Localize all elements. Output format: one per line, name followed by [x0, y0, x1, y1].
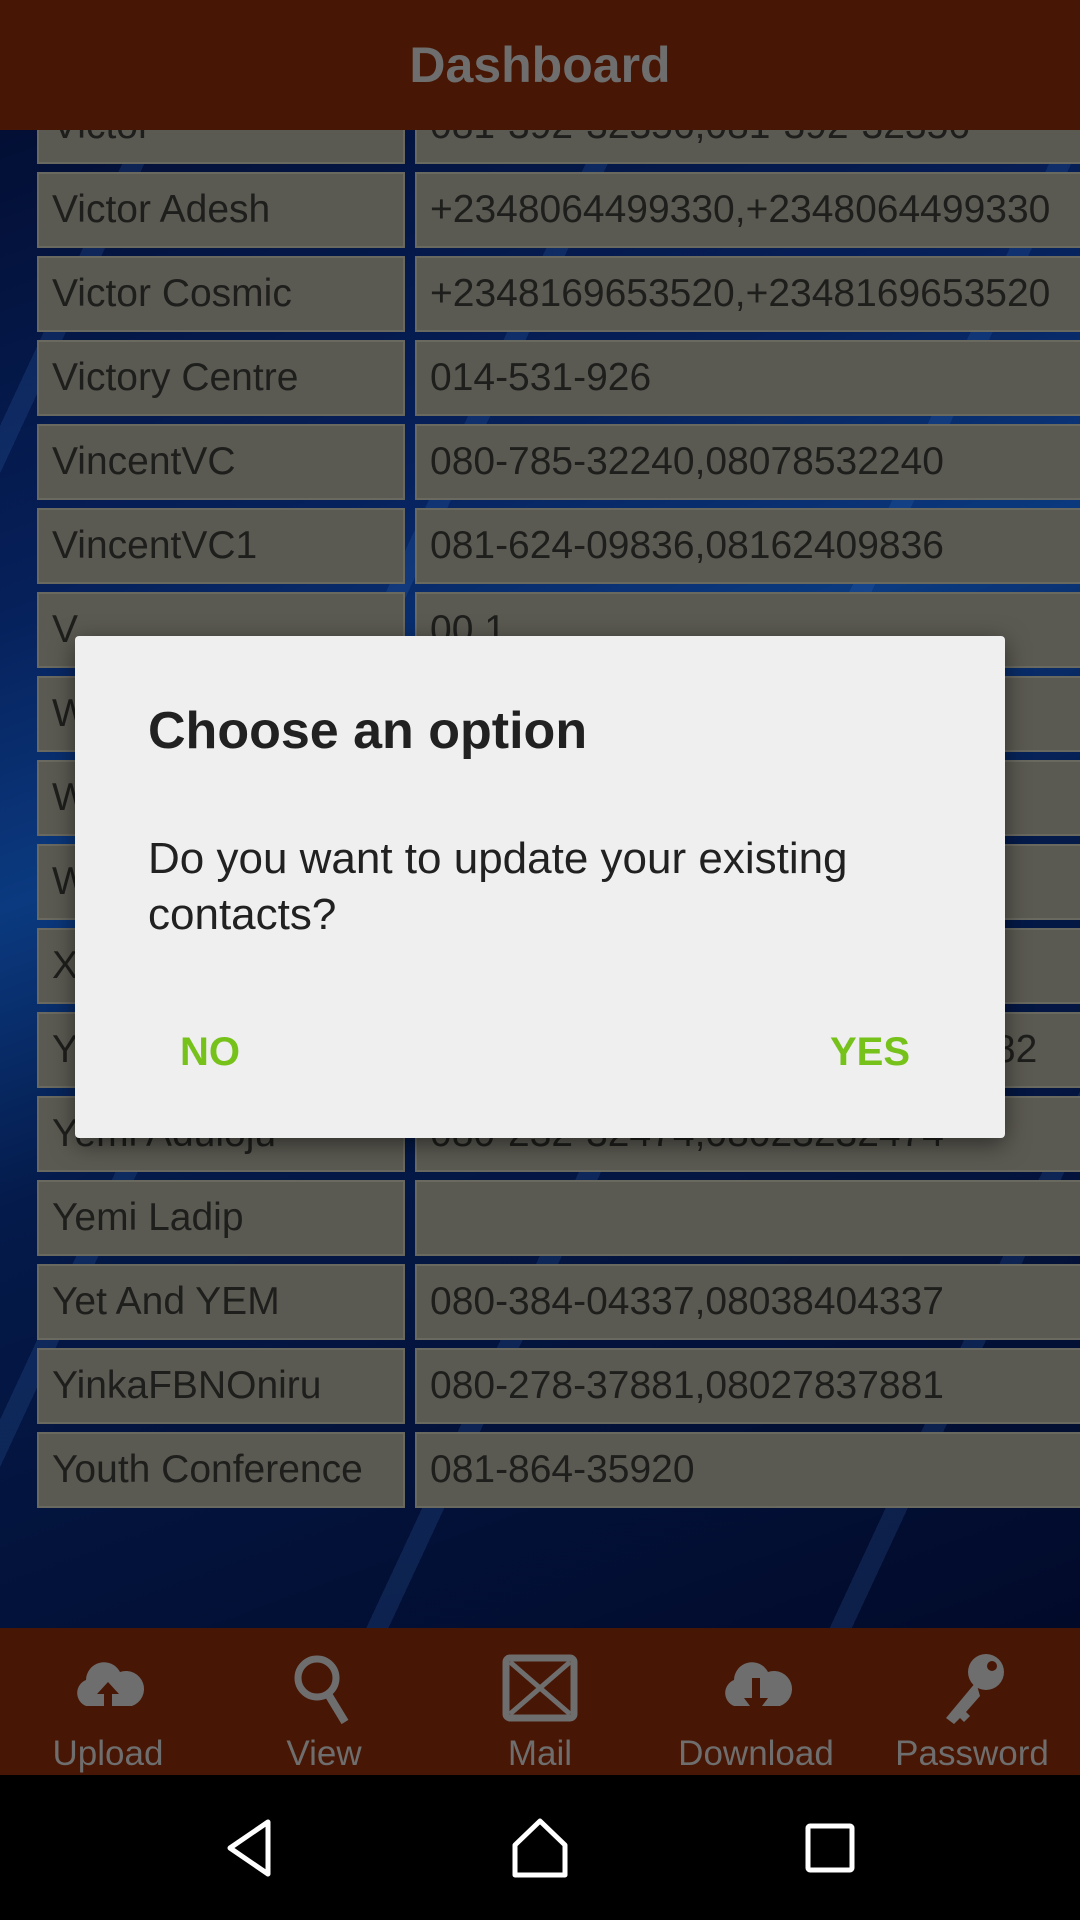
back-icon: [227, 1819, 271, 1876]
back-button[interactable]: [105, 1818, 395, 1878]
contact-phone: +2348064499330,+2348064499330: [415, 172, 1080, 248]
contact-name: Victor Cosmic: [37, 256, 405, 332]
nav-upload[interactable]: Upload: [0, 1628, 216, 1775]
table-row[interactable]: Victor Cosmic +2348169653520,+23481696535…: [37, 256, 1080, 332]
table-row[interactable]: Youth Conference 081-864-35920: [37, 1432, 1080, 1508]
contact-phone: 081-624-09836,08162409836: [415, 508, 1080, 584]
home-button[interactable]: [395, 1817, 685, 1879]
table-row[interactable]: YinkaFBNOniru 080-278-37881,08027837881: [37, 1348, 1080, 1424]
table-row[interactable]: Yemi Ladip: [37, 1180, 1080, 1256]
contact-name: YinkaFBNOniru: [37, 1348, 405, 1424]
contact-name: Victory Centre: [37, 340, 405, 416]
contact-phone: 081-864-35920: [415, 1432, 1080, 1508]
nav-download[interactable]: Download: [648, 1628, 864, 1775]
home-icon: [512, 1818, 568, 1877]
contact-phone: +2348169653520,+2348169653520: [415, 256, 1080, 332]
nav-view[interactable]: View: [216, 1628, 432, 1775]
cloud-download-icon: [725, 1662, 793, 1714]
contact-name: Youth Conference: [37, 1432, 405, 1508]
search-icon: [294, 1655, 349, 1725]
nav-password[interactable]: Password: [864, 1628, 1080, 1775]
contact-name: Yemi Ladip: [37, 1180, 405, 1256]
recents-icon: [805, 1823, 855, 1872]
contact-phone: 080-785-32240,08078532240: [415, 424, 1080, 500]
system-nav-bar: [0, 1775, 1080, 1920]
table-row[interactable]: Victory Centre 014-531-926: [37, 340, 1080, 416]
dialog-title: Choose an option: [148, 702, 588, 760]
contact-phone: [415, 1180, 1080, 1256]
cloud-upload-icon: [77, 1662, 145, 1708]
table-row[interactable]: VincentVC 080-785-32240,08078532240: [37, 424, 1080, 500]
yes-button[interactable]: YES: [815, 1020, 925, 1085]
contact-phone: 080-278-37881,08027837881: [415, 1348, 1080, 1424]
table-row[interactable]: Victor Adesh +2348064499330,+234806449933…: [37, 172, 1080, 248]
no-button[interactable]: NO: [165, 1020, 255, 1085]
page-title: Dashboard: [409, 37, 671, 93]
contact-name: Yet And YEM: [37, 1264, 405, 1340]
contact-name: VincentVC1: [37, 508, 405, 584]
dialog-message: Do you want to update your existing cont…: [148, 834, 848, 939]
bottom-nav: Upload View Mail Download Password: [0, 1628, 1080, 1775]
app-header: Dashboard: [0, 0, 1080, 130]
table-row[interactable]: VincentVC1 081-624-09836,08162409836: [37, 508, 1080, 584]
key-icon: [946, 1654, 1004, 1724]
mail-icon: [502, 1654, 578, 1722]
table-row[interactable]: Yet And YEM 080-384-04337,08038404337: [37, 1264, 1080, 1340]
contact-phone: 080-384-04337,08038404337: [415, 1264, 1080, 1340]
contact-name: VincentVC: [37, 424, 405, 500]
recents-button[interactable]: [685, 1822, 975, 1874]
nav-mail[interactable]: Mail: [432, 1628, 648, 1775]
choose-option-dialog: Choose an option Do you want to update y…: [75, 636, 1005, 1138]
contact-name: Victor Adesh: [37, 172, 405, 248]
contact-phone: 014-531-926: [415, 340, 1080, 416]
